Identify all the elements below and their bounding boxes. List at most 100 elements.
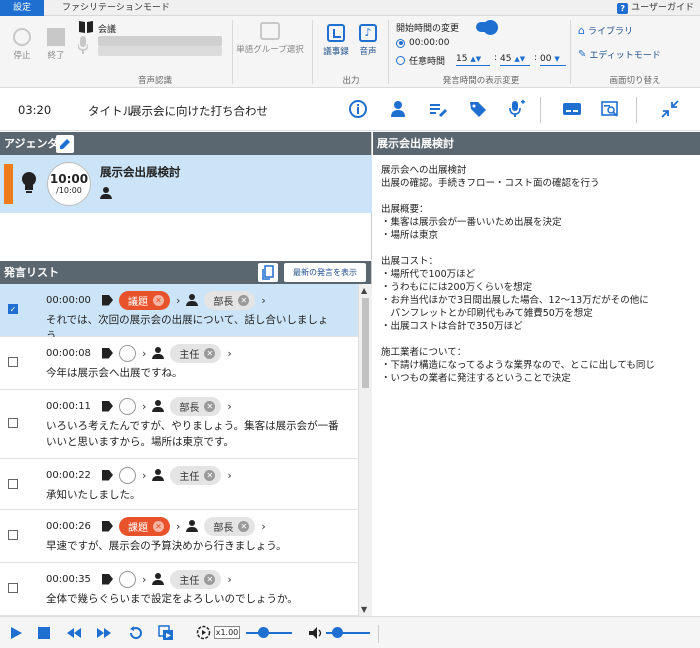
radio-unselected-icon <box>396 56 405 65</box>
speech-row[interactable]: ✓ 00:00:00 議題 ✕ › 部長 ✕ › それでは、次回の展示会の出展につい… <box>0 284 358 342</box>
row-checkbox[interactable] <box>8 530 18 540</box>
arbitrary-time-option[interactable]: 任意時間 <box>396 54 445 67</box>
audio-output-button[interactable]: ♪ 音声 <box>356 24 380 57</box>
chevron-right-icon[interactable]: › <box>227 347 231 360</box>
book-icon <box>78 20 94 34</box>
default-time-option[interactable]: 00:00:00 <box>396 38 449 48</box>
tag-icon[interactable] <box>468 99 488 119</box>
person-icon[interactable] <box>388 99 408 119</box>
tab-settings[interactable]: 設定 <box>0 0 44 16</box>
row-checkbox[interactable] <box>8 418 18 428</box>
fast-forward-icon[interactable] <box>96 625 112 641</box>
scroll-up-icon[interactable]: ▲ <box>361 286 367 295</box>
notes-body[interactable]: 展示会への出展検討 出展の確認。手続きフロー・コスト面の確認を行う 出展概要： … <box>373 155 700 394</box>
empty-tag-slot[interactable] <box>119 397 136 415</box>
speaker-chip[interactable]: 主任 ✕ <box>170 465 222 485</box>
row-checkbox[interactable] <box>8 583 18 593</box>
speech-text[interactable]: 今年は展示会へ出展ですね。 <box>46 365 346 381</box>
collapse-icon[interactable] <box>660 99 680 119</box>
speaker-chip[interactable]: 部長 ✕ <box>170 396 222 416</box>
speaker-chip[interactable]: 主任 ✕ <box>170 343 222 363</box>
word-group-select-button[interactable]: 単語グループ選択 <box>236 22 304 55</box>
add-person-mic-icon[interactable] <box>506 99 526 119</box>
recognition-group-label: 音声認識 <box>137 76 172 86</box>
empty-tag-slot[interactable] <box>119 344 136 362</box>
row-checkbox[interactable]: ✓ <box>8 304 18 314</box>
play-icon[interactable] <box>8 625 24 641</box>
chevron-right-icon[interactable]: › <box>142 469 146 482</box>
row-checkbox[interactable] <box>8 357 18 367</box>
chevron-right-icon[interactable]: › <box>261 294 265 307</box>
stop-icon[interactable] <box>36 625 52 641</box>
scroll-down-icon[interactable]: ▼ <box>361 605 367 614</box>
loop-play-icon[interactable] <box>158 625 174 641</box>
speech-row[interactable]: 00:00:08 › 主任 ✕ › 今年は展示会へ出展ですね。 <box>0 337 358 390</box>
chevron-right-icon[interactable]: › <box>142 347 146 360</box>
empty-tag-slot[interactable] <box>119 570 136 588</box>
agenda-edit-button[interactable] <box>56 135 74 153</box>
speech-row[interactable]: 00:00:35 › 主任 ✕ › 全体で幾らぐらいまで設定をよろしいのでしょうか… <box>0 563 358 616</box>
chevron-right-icon[interactable]: › <box>261 520 265 533</box>
remove-speaker-icon[interactable]: ✕ <box>238 520 250 532</box>
caption-icon[interactable] <box>562 99 582 119</box>
tag-chip[interactable]: 課題 ✕ <box>119 516 170 536</box>
chevron-right-icon[interactable]: › <box>227 573 231 586</box>
remove-tag-icon[interactable]: ✕ <box>153 294 164 306</box>
remove-speaker-icon[interactable]: ✕ <box>204 573 216 585</box>
speed-slider-knob[interactable] <box>258 627 269 638</box>
speech-list-header: 発言リスト 最新の発言を表示 <box>0 261 371 284</box>
rewind-icon[interactable] <box>66 625 82 641</box>
speech-text[interactable]: いろいろ考えたんですが、やりましょう。集客は展示会が一番いいと思いますから。場所… <box>46 418 346 450</box>
chevron-right-icon[interactable]: › <box>142 400 146 413</box>
second-spinner[interactable]: 00 ▼ <box>540 53 566 66</box>
remove-speaker-icon[interactable]: ✕ <box>204 469 216 481</box>
remove-speaker-icon[interactable]: ✕ <box>204 400 216 412</box>
stop-label: 停止 <box>13 51 31 61</box>
end-button[interactable]: 終了 <box>44 28 68 61</box>
pencil-icon <box>60 139 70 149</box>
remove-speaker-icon[interactable]: ✕ <box>204 347 216 359</box>
info-icon[interactable] <box>348 99 368 119</box>
search-document-icon[interactable] <box>600 99 620 119</box>
start-time-toggle[interactable] <box>476 20 498 35</box>
volume-slider-knob[interactable] <box>332 627 343 638</box>
playback-speed[interactable]: x1.00 <box>214 626 240 639</box>
tab-facilitation-mode[interactable]: ファシリテーションモード <box>54 0 178 16</box>
show-latest-button[interactable]: 最新の発言を表示 <box>284 263 366 282</box>
speaker-chip[interactable]: 主任 ✕ <box>170 569 222 589</box>
edit-mode-button[interactable]: ✎ エディットモード <box>578 48 661 61</box>
list-edit-icon[interactable] <box>428 99 448 119</box>
row-checkbox[interactable] <box>8 479 18 489</box>
replay-icon[interactable] <box>128 625 144 641</box>
empty-tag-slot[interactable] <box>119 466 136 484</box>
remove-tag-icon[interactable]: ✕ <box>153 520 164 532</box>
scroll-thumb[interactable] <box>362 298 369 388</box>
hour-spinner[interactable]: 15 ▲▼ <box>456 53 490 66</box>
copy-button[interactable] <box>258 263 278 282</box>
speech-list-scrollbar[interactable]: ▲ ▼ <box>358 284 372 616</box>
speech-row[interactable]: 00:00:11 › 部長 ✕ › いろいろ考えたんですが、やりましょう。集客は展… <box>0 390 358 459</box>
tag-chip[interactable]: 議題 ✕ <box>119 290 170 310</box>
speech-list-header-label: 発言リスト <box>4 266 59 279</box>
library-button[interactable]: ⌂ ライブラリ <box>578 24 633 37</box>
speech-text[interactable]: 承知いたしました。 <box>46 487 346 503</box>
speech-row[interactable]: 00:00:22 › 主任 ✕ › 承知いたしました。 <box>0 459 358 510</box>
chevron-right-icon[interactable]: › <box>176 520 180 533</box>
minutes-output-button[interactable]: 議事録 <box>322 24 350 57</box>
speech-row[interactable]: 00:00:26 課題 ✕ › 部長 ✕ › 早速ですが、展示会の予算決めから行きま… <box>0 510 358 563</box>
chevron-right-icon[interactable]: › <box>176 294 180 307</box>
agenda-item[interactable]: 10:00 /10:00 展示会出展検討 <box>0 155 372 213</box>
speed-slider[interactable] <box>246 632 292 634</box>
stop-button[interactable]: 停止 <box>10 28 34 61</box>
minute-spinner[interactable]: 45 ▲▼ <box>500 53 530 66</box>
speech-text[interactable]: 全体で幾らぐらいまで設定をよろしいのでしょうか。 <box>46 591 346 607</box>
chevron-right-icon[interactable]: › <box>227 400 231 413</box>
chevron-right-icon[interactable]: › <box>227 469 231 482</box>
remove-speaker-icon[interactable]: ✕ <box>238 294 250 306</box>
chevron-right-icon[interactable]: › <box>142 573 146 586</box>
speaker-chip[interactable]: 部長 ✕ <box>204 290 256 310</box>
volume-icon[interactable] <box>308 625 324 641</box>
speech-text[interactable]: 早速ですが、展示会の予算決めから行きましょう。 <box>46 538 346 554</box>
speaker-chip[interactable]: 部長 ✕ <box>204 516 256 536</box>
user-guide-link[interactable]: ? ユーザーガイド <box>617 1 694 15</box>
